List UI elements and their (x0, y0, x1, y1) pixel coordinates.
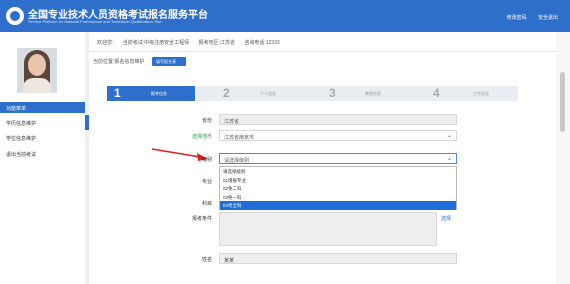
platform-subtitle: Service Platform for National Profession… (28, 19, 162, 24)
exam-region: 报考地区:江苏省 (198, 40, 235, 46)
sidebar: 功能菜单 学历信息维护 学位信息维护 退出当前考试 (0, 32, 85, 284)
info-bar: 欢迎您: 当前考试:中级注册安全工程师 报考地区:江苏省 咨询电话:12333 (89, 32, 556, 52)
province-field: 江苏省 (219, 114, 457, 125)
avatar (17, 48, 57, 93)
step-3-label: 教育信息 (365, 91, 381, 96)
step-4-label: 工作信息 (473, 91, 489, 96)
province-label: 省份 (201, 118, 212, 124)
step-4-number: 4 (433, 86, 440, 100)
platform-logo-icon (6, 7, 24, 25)
step-2-number: 2 (223, 86, 230, 100)
level-option-exempt-two[interactable]: 02免二科 (220, 184, 456, 193)
chevron-down-icon: ⌄ (446, 156, 452, 162)
city-select-value: 江苏省南京市 (224, 135, 255, 141)
level-select[interactable]: 请选择级别 ⌄ (219, 153, 457, 164)
level-option-placeholder[interactable]: 请选择级别 (220, 167, 456, 176)
step-progress: 1 报考信息 2 个人信息 3 教育信息 4 工作信息 (107, 86, 518, 101)
sidebar-item-exit-exam[interactable]: 退出当前考试 (0, 148, 85, 159)
step-3-number: 3 (329, 86, 336, 100)
change-password-link[interactable]: 修改密码 (507, 15, 527, 21)
level-option-add-major[interactable]: 01增报专业 (220, 176, 456, 185)
name-field: 某某 (219, 253, 457, 264)
step-2-label: 个人信息 (260, 91, 276, 96)
level-select-value: 请选择级别 (224, 158, 250, 164)
level-label: 级别 (201, 157, 212, 163)
condition-label: 报考条件 (191, 216, 212, 222)
city-label: 选择地市 (191, 134, 212, 140)
logout-link[interactable]: 安全退出 (538, 15, 558, 21)
select-condition-link[interactable]: 选择 (441, 215, 451, 222)
level-option-all-subjects[interactable]: 04考全科 (220, 201, 456, 210)
major-label: 专业 (201, 179, 212, 185)
level-option-exempt-one[interactable]: 03免一科 (220, 193, 456, 202)
city-select[interactable]: 江苏省南京市 ⌄ (219, 130, 457, 141)
top-header: 全国专业技术人员资格考试报名服务平台 Service Platform for … (0, 0, 570, 32)
welcome-text: 欢迎您: (97, 40, 114, 46)
subject-label: 科目 (201, 201, 212, 207)
header-links: 修改密码 安全退出 (497, 14, 558, 21)
chevron-down-icon: ⌄ (446, 133, 452, 139)
current-exam: 当前考试:中级注册安全工程师 (122, 40, 190, 46)
name-label: 姓名 (201, 257, 212, 263)
level-dropdown: 请选择级别 01增报专业 02免二科 03免一科 04考全科 (219, 166, 457, 210)
sidebar-item-education[interactable]: 学历信息维护 (0, 117, 85, 128)
sidebar-item-degree[interactable]: 学位信息维护 (0, 132, 85, 143)
sidebar-menu-header: 功能菜单 (0, 102, 85, 113)
scrollbar-thumb[interactable] (560, 72, 565, 132)
condition-textarea[interactable] (219, 212, 437, 246)
breadcrumb: 当前位置:报名信息维护 (93, 59, 145, 65)
consult-phone: 咨询电话:12333 (244, 40, 280, 46)
scrollbar[interactable] (556, 32, 570, 284)
fill-form-button[interactable]: 填写报名表 (152, 57, 186, 66)
step-1: 1 报考信息 (107, 86, 195, 101)
